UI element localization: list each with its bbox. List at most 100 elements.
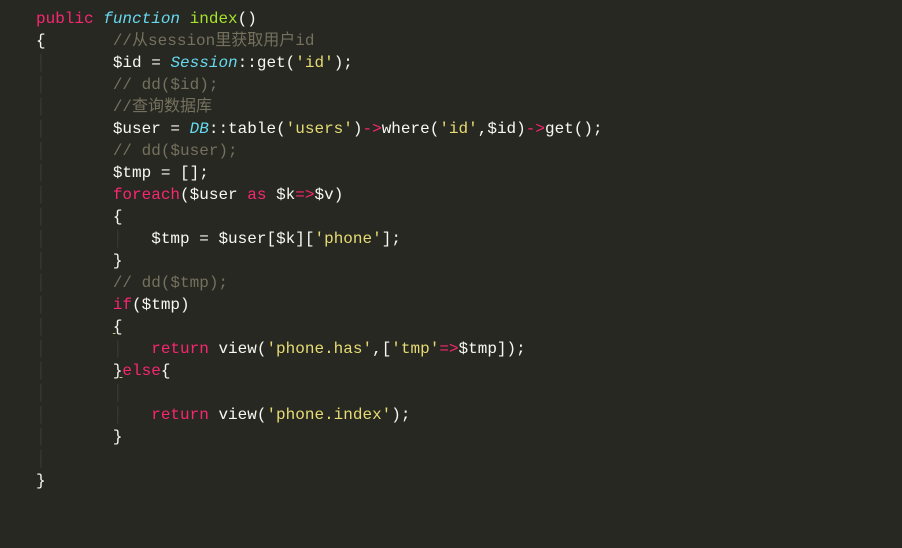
method: table [228,120,276,138]
code-line[interactable]: │ $tmp = []; [0,162,902,184]
bracket: [ [382,340,392,358]
paren: ( [276,120,286,138]
semicolon: ; [593,120,603,138]
code-line[interactable]: } [0,470,902,492]
function-call: view [218,406,256,424]
variable: $tmp [142,296,180,314]
bracket: ] [382,230,392,248]
code-line[interactable]: │ // dd($id); [0,74,902,96]
paren: ( [257,406,267,424]
variable: $k [276,186,295,204]
keyword-as: as [247,186,266,204]
paren: ) [180,296,190,314]
keyword-return: return [151,406,209,424]
comment: // dd($tmp); [113,274,228,292]
comment: //从session里获取用户id [113,32,315,50]
code-line[interactable]: │ [0,448,902,470]
classname: DB [190,120,209,138]
fatarrow: => [439,340,458,358]
keyword-if: if [113,296,132,314]
paren: ( [286,54,296,72]
string: 'phone.has' [266,340,372,358]
string: 'id' [295,54,333,72]
method: get [257,54,286,72]
variable: $tmp [151,230,189,248]
variable: $user [113,120,161,138]
code-line[interactable]: │ │ $tmp = $user[$k]['phone']; [0,228,902,250]
method: where [382,120,430,138]
comma: , [478,120,488,138]
string: 'id' [439,120,477,138]
paren: ( [180,186,190,204]
arrow: -> [363,120,382,138]
string: 'phone.index' [266,406,391,424]
variable: $id [113,54,142,72]
brace-close: } [36,472,46,490]
paren: ( [132,296,142,314]
keyword-else: else [122,362,160,380]
keyword-return: return [151,340,209,358]
code-line[interactable]: │ //查询数据库 [0,96,902,118]
code-line[interactable]: public function index() [0,8,902,30]
code-line[interactable]: │ { [0,206,902,228]
variable: $id [487,120,516,138]
comment: // dd($user); [113,142,238,160]
keyword-function: function [103,10,180,28]
brace-close: } [113,362,123,380]
string: 'phone' [314,230,381,248]
brace-open: { [113,318,123,336]
code-line[interactable]: │ if($tmp) [0,294,902,316]
code-line[interactable]: │ // dd($tmp); [0,272,902,294]
paren: ( [257,340,267,358]
variable: $tmp [113,164,151,182]
brace-close: } [113,428,123,446]
operator: = [142,54,171,72]
code-line[interactable]: │ } [0,250,902,272]
operator: = [151,164,180,182]
keyword-foreach: foreach [113,186,180,204]
code-line[interactable]: │ // dd($user); [0,140,902,162]
array: [] [180,164,199,182]
brace-close: } [113,252,123,270]
semicolon: ; [516,340,526,358]
variable: $v [314,186,333,204]
operator: :: [209,120,228,138]
paren: ) [391,406,401,424]
semicolon: ; [401,406,411,424]
bracket: [ [266,230,276,248]
variable: $user [218,230,266,248]
code-line[interactable]: │ foreach($user as $k=>$v) [0,184,902,206]
brace-open: { [36,32,46,50]
code-line[interactable]: │ $id = Session::get('id'); [0,52,902,74]
code-line[interactable]: │ $user = DB::table('users')->where('id'… [0,118,902,140]
paren: ) [353,120,363,138]
arrow: -> [526,120,545,138]
brace-open: { [113,208,123,226]
keyword-public: public [36,10,94,28]
semicolon: ; [199,164,209,182]
comment: //查询数据库 [113,98,212,116]
bracket: ] [497,340,507,358]
paren: ) [334,54,344,72]
code-line[interactable]: │ │ [0,382,902,404]
paren: ) [516,120,526,138]
variable: $tmp [459,340,497,358]
code-line[interactable]: │ │ return view('phone.index'); [0,404,902,426]
code-line[interactable]: │ }else{ [0,360,902,382]
code-line[interactable]: { //从session里获取用户id [0,30,902,52]
variable: $k [276,230,295,248]
parens: () [574,120,593,138]
paren: ) [507,340,517,358]
operator: = [161,120,190,138]
variable: $user [190,186,238,204]
code-line[interactable]: │ { [0,316,902,338]
code-line[interactable]: │ } [0,426,902,448]
code-line[interactable]: │ │ return view('phone.has',['tmp'=>$tmp… [0,338,902,360]
classname: Session [170,54,237,72]
bracket: ] [295,230,305,248]
semicolon: ; [391,230,401,248]
operator: = [190,230,219,248]
string: 'tmp' [391,340,439,358]
method: get [545,120,574,138]
operator: :: [238,54,257,72]
